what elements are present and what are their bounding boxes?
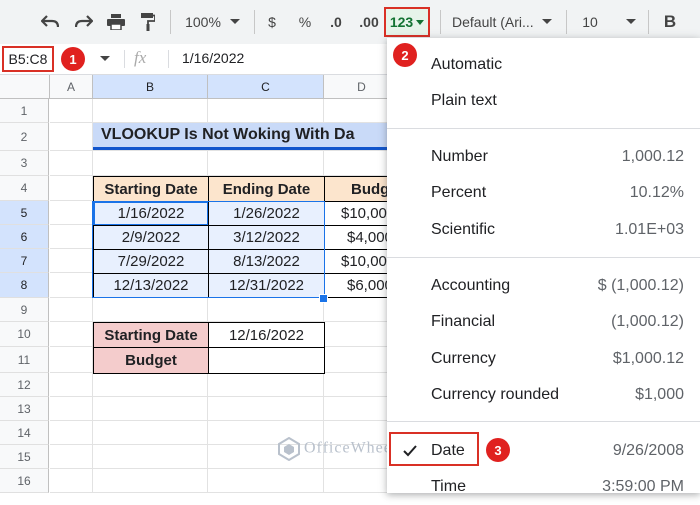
row-header-15[interactable]: 15 xyxy=(0,445,49,469)
decrease-decimal-button[interactable]: .0 xyxy=(326,10,346,34)
step-badge-2: 2 xyxy=(393,43,417,67)
row-header-8[interactable]: 8 xyxy=(0,273,49,298)
menu-item-scientific[interactable]: Scientific 1.01E+03 xyxy=(387,212,700,248)
menu-item-plain-text[interactable]: Plain text xyxy=(387,83,700,119)
undo-icon[interactable] xyxy=(38,10,62,34)
cell-c8[interactable]: 12/31/2022 xyxy=(208,273,325,298)
officewheel-logo-icon xyxy=(278,436,300,462)
row-header-13[interactable]: 13 xyxy=(0,397,49,421)
fill-handle[interactable] xyxy=(319,294,328,303)
fx-icon: fx xyxy=(134,48,147,67)
row-header-3[interactable]: 3 xyxy=(0,151,49,176)
cell-c5[interactable]: 1/26/2022 xyxy=(208,201,325,226)
font-family-select[interactable]: Default (Ari... xyxy=(452,10,536,34)
cell-b8[interactable]: 12/13/2022 xyxy=(93,273,209,298)
chevron-down-icon[interactable] xyxy=(98,49,112,69)
redo-icon[interactable] xyxy=(72,10,96,34)
column-header-a[interactable]: A xyxy=(50,75,93,99)
print-icon[interactable] xyxy=(104,10,128,34)
chevron-down-icon[interactable] xyxy=(624,10,638,34)
paint-format-icon[interactable] xyxy=(136,10,160,34)
header-ending-date[interactable]: Ending Date xyxy=(208,176,325,202)
row-header-16[interactable]: 16 xyxy=(0,469,49,493)
row-header-4[interactable]: 4 xyxy=(0,176,49,201)
menu-item-time[interactable]: Time 3:59:00 PM xyxy=(387,469,700,505)
row-header-14[interactable]: 14 xyxy=(0,421,49,445)
sheet-title: VLOOKUP Is Not Woking With Da xyxy=(93,123,390,150)
column-header-c[interactable]: C xyxy=(208,75,324,99)
row-header-9[interactable]: 9 xyxy=(0,298,49,322)
date-item-highlight xyxy=(389,432,479,466)
menu-item-accounting[interactable]: Accounting $ (1,000.12) xyxy=(387,268,700,304)
gridline xyxy=(50,420,390,421)
watermark: OfficeWheel xyxy=(278,436,397,462)
budget-label[interactable]: Budget xyxy=(93,347,209,374)
increase-decimal-button[interactable]: .00 xyxy=(356,10,382,34)
font-size-select[interactable]: 10 xyxy=(580,10,600,34)
cell-c6[interactable]: 3/12/2022 xyxy=(208,225,325,250)
chevron-down-icon[interactable] xyxy=(228,10,242,34)
bold-button[interactable]: B xyxy=(660,10,680,34)
zoom-select[interactable]: 100% xyxy=(180,10,226,34)
gridline xyxy=(50,468,390,469)
currency-format-button[interactable]: $ xyxy=(263,10,281,34)
row-header-10[interactable]: 10 xyxy=(0,322,49,347)
formula-input[interactable]: 1/16/2022 xyxy=(182,50,244,66)
chevron-down-icon[interactable] xyxy=(540,10,554,34)
more-formats-highlight xyxy=(384,7,430,37)
column-header-b[interactable]: B xyxy=(93,75,208,99)
cell-c7[interactable]: 8/13/2022 xyxy=(208,249,325,274)
menu-item-financial[interactable]: Financial (1,000.12) xyxy=(387,304,700,340)
menu-item-number[interactable]: Number 1,000.12 xyxy=(387,139,700,175)
budget-value[interactable] xyxy=(208,347,325,374)
cell-b5[interactable]: 1/16/2022 xyxy=(93,201,209,226)
menu-item-currency[interactable]: Currency $1,000.12 xyxy=(387,341,700,377)
select-all-corner[interactable] xyxy=(0,75,50,99)
row-header-6[interactable]: 6 xyxy=(0,225,49,249)
percent-format-button[interactable]: % xyxy=(296,10,314,34)
row-header-11[interactable]: 11 xyxy=(0,347,49,373)
menu-item-automatic[interactable]: Automatic xyxy=(387,47,700,83)
header-starting-date[interactable]: Starting Date xyxy=(93,176,209,202)
row-header-12[interactable]: 12 xyxy=(0,373,49,397)
row-header-2[interactable]: 2 xyxy=(0,123,49,151)
step-badge-1: 1 xyxy=(61,47,85,71)
row-header-1[interactable]: 1 xyxy=(0,99,49,123)
menu-item-currency-rounded[interactable]: Currency rounded $1,000 xyxy=(387,377,700,413)
lookup-value[interactable]: 12/16/2022 xyxy=(208,322,325,348)
row-header-7[interactable]: 7 xyxy=(0,249,49,273)
number-format-menu: Automatic Plain text Number 1,000.12 Perc… xyxy=(387,38,700,495)
gridline xyxy=(50,150,390,151)
step-badge-3: 3 xyxy=(486,438,510,462)
cell-b6[interactable]: 2/9/2022 xyxy=(93,225,209,250)
menu-item-percent[interactable]: Percent 10.12% xyxy=(387,175,700,211)
row-header-5[interactable]: 5 xyxy=(0,201,49,225)
name-box[interactable]: B5:C8 xyxy=(2,46,54,72)
cell-b7[interactable]: 7/29/2022 xyxy=(93,249,209,274)
gridline xyxy=(50,396,390,397)
lookup-label[interactable]: Starting Date xyxy=(93,322,209,348)
